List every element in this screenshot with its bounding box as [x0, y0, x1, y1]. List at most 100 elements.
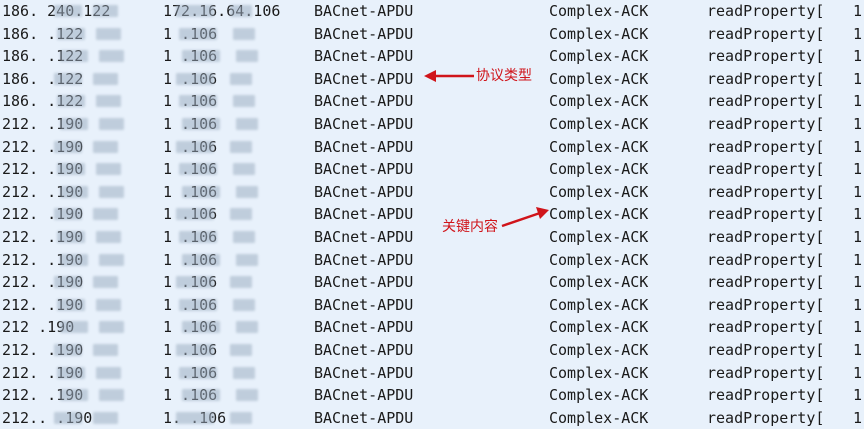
extra-cell: 1: [853, 2, 863, 20]
redaction-blur: [60, 389, 88, 402]
redaction-blur: [230, 343, 252, 356]
redaction-blur: [230, 5, 252, 17]
extra-cell: 1: [853, 318, 863, 337]
redaction-blur: [60, 253, 88, 266]
redaction-blur: [99, 321, 124, 334]
protocol-cell: BACnet-APDU: [314, 24, 414, 43]
redaction-blur: [182, 185, 220, 198]
redaction-blur: [182, 321, 220, 334]
extra-cell: 1: [853, 205, 863, 224]
redaction-blur: [60, 50, 88, 63]
redaction-blur: [60, 185, 88, 198]
redaction-blur: [230, 276, 252, 289]
packet-row[interactable]: 212. .1901 .106BACnet-APDUComplex-ACKrea…: [0, 249, 864, 272]
packet-row[interactable]: 212. .1901 .106BACnet-APDUComplex-ACKrea…: [0, 181, 864, 204]
redaction-blur: [233, 163, 255, 176]
protocol-cell: BACnet-APDU: [314, 295, 414, 314]
redaction-blur: [236, 185, 258, 198]
packet-row[interactable]: 212.. .1901. .106BACnet-APDUComplex-ACKr…: [0, 407, 864, 429]
redaction-blur: [233, 230, 255, 243]
annotation-protocol-type: 协议类型: [476, 68, 532, 84]
redaction-blur: [176, 140, 214, 153]
redaction-blur: [99, 185, 124, 198]
packet-row[interactable]: 212. .1901 .106BACnet-APDUComplex-ACKrea…: [0, 271, 864, 294]
redaction-blur: [236, 321, 258, 334]
redaction-blur: [54, 411, 82, 424]
redaction-blur: [54, 140, 82, 153]
redaction-blur: [57, 230, 85, 243]
redaction-blur: [176, 343, 214, 356]
packet-row[interactable]: 186. .1221 .106BACnet-APDUComplex-ACKrea…: [0, 45, 864, 68]
packet-row[interactable]: 212. .1901 .106BACnet-APDUComplex-ACKrea…: [0, 384, 864, 407]
redaction-blur: [236, 253, 258, 266]
redaction-blur: [236, 117, 258, 130]
service-cell: readProperty[: [707, 69, 825, 88]
packet-row[interactable]: 212. .1901 .106BACnet-APDUComplex-ACKrea…: [0, 136, 864, 159]
packet-row[interactable]: 212. .1901 .106BACnet-APDUComplex-ACKrea…: [0, 339, 864, 362]
extra-cell: 1: [853, 137, 863, 156]
redaction-blur: [236, 389, 258, 402]
redaction-blur: [54, 5, 82, 17]
info-cell: Complex-ACK: [549, 160, 649, 179]
service-cell: readProperty[: [707, 24, 825, 43]
info-cell: Complex-ACK: [549, 386, 649, 405]
service-cell: readProperty[: [707, 408, 825, 427]
info-cell: Complex-ACK: [549, 250, 649, 269]
redaction-blur: [96, 366, 121, 379]
service-cell: readProperty[: [707, 137, 825, 156]
service-cell: readProperty[: [707, 295, 825, 314]
redaction-blur: [96, 298, 121, 311]
info-cell: Complex-ACK: [549, 137, 649, 156]
redaction-blur: [176, 72, 214, 85]
packet-row[interactable]: 212. .1901 .106BACnet-APDUComplex-ACKrea…: [0, 226, 864, 249]
extra-cell: 1: [853, 295, 863, 314]
packet-row[interactable]: 212. .1901 .106BACnet-APDUComplex-ACKrea…: [0, 113, 864, 136]
packet-row[interactable]: 186. .1221 .106BACnet-APDUComplex-ACKrea…: [0, 23, 864, 46]
redaction-blur: [99, 389, 124, 402]
redaction-blur: [233, 27, 255, 40]
redaction-blur: [57, 163, 85, 176]
extra-cell: 1: [853, 363, 863, 382]
info-cell: Complex-ACK: [549, 205, 649, 224]
redaction-blur: [176, 411, 214, 424]
redaction-blur: [182, 117, 220, 130]
redaction-blur: [57, 27, 85, 40]
redaction-blur: [93, 411, 118, 424]
extra-cell: 1: [853, 408, 863, 427]
info-cell: Complex-ACK: [549, 408, 649, 427]
packet-row[interactable]: 212. .1901 .106BACnet-APDUComplex-ACKrea…: [0, 294, 864, 317]
redaction-blur: [93, 208, 118, 221]
redaction-blur: [179, 163, 217, 176]
packet-row[interactable]: 212. .1901 .106BACnet-APDUComplex-ACKrea…: [0, 362, 864, 385]
packet-row[interactable]: 212. .1901 .106BACnet-APDUComplex-ACKrea…: [0, 158, 864, 181]
redaction-blur: [179, 230, 217, 243]
protocol-cell: BACnet-APDU: [314, 182, 414, 201]
redaction-blur: [93, 5, 118, 17]
extra-cell: 1: [853, 182, 863, 201]
extra-cell: 1: [853, 250, 863, 269]
extra-cell: 1: [853, 340, 863, 359]
packet-row[interactable]: 212 .1901 .106BACnet-APDUComplex-ACKread…: [0, 316, 864, 339]
packet-row[interactable]: 186. .1221 .106BACnet-APDUComplex-ACKrea…: [0, 90, 864, 113]
protocol-cell: BACnet-APDU: [314, 114, 414, 133]
protocol-cell: BACnet-APDU: [314, 363, 414, 382]
info-cell: Complex-ACK: [549, 114, 649, 133]
service-cell: readProperty[: [707, 160, 825, 179]
packet-row[interactable]: 212. .1901 .106BACnet-APDUComplex-ACKrea…: [0, 203, 864, 226]
redaction-blur: [233, 298, 255, 311]
redaction-blur: [60, 321, 88, 334]
info-cell: Complex-ACK: [549, 363, 649, 382]
packet-row[interactable]: 186. 240.122172.16.64.106BACnet-APDUComp…: [0, 0, 864, 23]
extra-cell: 1: [853, 160, 863, 179]
extra-cell: 1: [853, 114, 863, 133]
extra-cell: 1: [853, 227, 863, 246]
redaction-blur: [54, 343, 82, 356]
protocol-cell: BACnet-APDU: [314, 340, 414, 359]
info-cell: Complex-ACK: [549, 295, 649, 314]
protocol-cell: BACnet-APDU: [314, 273, 414, 292]
extra-cell: 1: [853, 92, 863, 111]
packet-row[interactable]: 186. .1221 .106BACnet-APDUComplex-ACKrea…: [0, 68, 864, 91]
protocol-cell: BACnet-APDU: [314, 408, 414, 427]
redaction-blur: [176, 276, 214, 289]
redaction-blur: [93, 276, 118, 289]
